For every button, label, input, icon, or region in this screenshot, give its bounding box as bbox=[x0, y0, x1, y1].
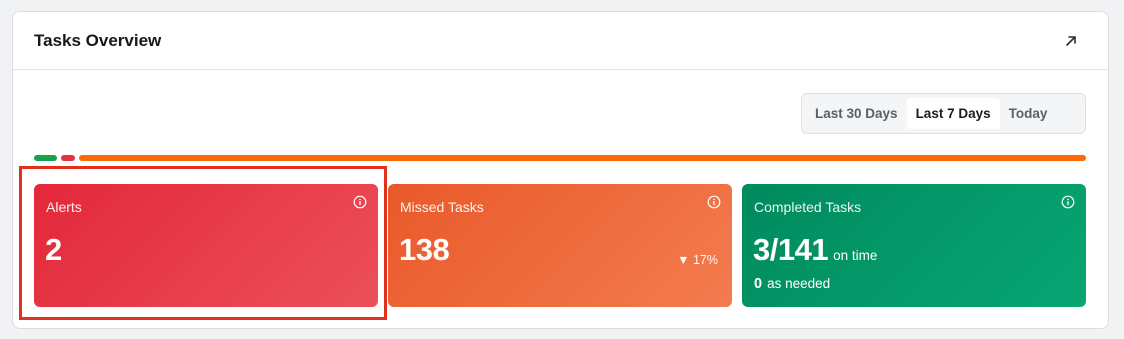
as-needed-label: as needed bbox=[767, 276, 831, 291]
completed-tasks-value: 3/141 bbox=[753, 232, 829, 267]
info-icon[interactable] bbox=[1061, 195, 1075, 209]
info-icon[interactable] bbox=[707, 195, 721, 209]
alerts-tile[interactable]: Alerts 2 bbox=[34, 184, 378, 307]
status-bar-missed bbox=[79, 155, 1086, 161]
alerts-value: 2 bbox=[45, 232, 62, 267]
range-today[interactable]: Today bbox=[1000, 98, 1057, 129]
as-needed-value: 0 bbox=[754, 276, 763, 292]
card-title: Tasks Overview bbox=[34, 31, 162, 50]
range-last-30-days[interactable]: Last 30 Days bbox=[806, 98, 907, 129]
missed-tasks-label: Missed Tasks bbox=[400, 199, 484, 215]
range-last-7-days[interactable]: Last 7 Days bbox=[906, 98, 1000, 129]
status-bar-alerts bbox=[61, 155, 75, 161]
date-range-selector: Last 30 Days Last 7 Days Today bbox=[801, 93, 1086, 134]
status-bar-completed bbox=[34, 155, 57, 161]
missed-tasks-change: ▼ 17% bbox=[677, 253, 718, 267]
expand-button[interactable] bbox=[1060, 30, 1082, 52]
arrow-up-right-icon bbox=[1066, 36, 1076, 46]
card-header: Tasks Overview bbox=[13, 12, 1108, 70]
completed-on-time-label: on time bbox=[833, 248, 878, 263]
completed-tasks-label: Completed Tasks bbox=[754, 199, 862, 215]
info-icon[interactable] bbox=[353, 195, 367, 209]
tasks-overview-card: Tasks Overview Last 30 Days Last 7 Days … bbox=[12, 11, 1109, 329]
missed-tasks-tile[interactable]: Missed Tasks 138 ▼ 17% bbox=[388, 184, 732, 307]
missed-tasks-value: 138 bbox=[399, 232, 450, 267]
alerts-label: Alerts bbox=[46, 199, 82, 215]
as-needed-row: 0 as needed bbox=[754, 276, 830, 292]
completed-value-row: 3/141 on time bbox=[753, 232, 877, 268]
completed-tasks-tile[interactable]: Completed Tasks 3/141 on time 0 as neede… bbox=[742, 184, 1086, 307]
